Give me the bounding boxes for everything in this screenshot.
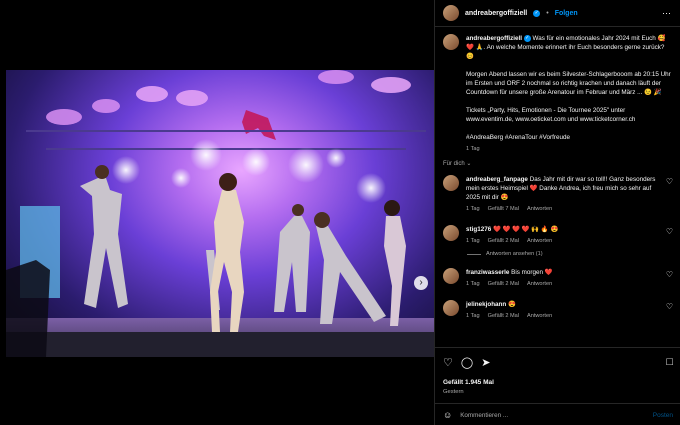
heart-icon[interactable]: ♡ — [443, 356, 453, 369]
verified-icon: ✓ — [533, 9, 541, 17]
concert-stage-image — [6, 70, 434, 357]
comment-reply-button[interactable]: Antworten — [527, 280, 552, 289]
heart-icon[interactable]: ♡ — [666, 227, 673, 236]
caption-time: 1 Tag — [466, 146, 480, 152]
separator-dot: • — [546, 9, 549, 17]
comment-text: ❤️ ❤️ ❤️ ❤️ 🙌 🔥 😍 — [492, 226, 559, 233]
comment-time: 1 Tag — [466, 206, 480, 212]
comment-input[interactable] — [460, 411, 645, 419]
for-you-dropdown[interactable]: Für dich ⌄ — [443, 160, 673, 167]
comment-text: Bis morgen ❤️ — [511, 269, 553, 276]
comment-time: 1 Tag — [466, 313, 480, 319]
comment-username[interactable]: franziwasserle — [466, 269, 509, 276]
comment-username[interactable]: andreaberg_fanpage — [466, 176, 528, 183]
caption-text-3: Tickets „Party, Hits, Emotionen - Die To… — [466, 107, 636, 123]
view-replies-label: Antworten ansehen (1) — [486, 251, 543, 257]
follow-button[interactable]: Folgen — [555, 10, 578, 17]
comment-reply-button[interactable]: Antworten — [527, 237, 552, 246]
caption-hashtags[interactable]: #AndreaBerg #ArenaTour #Vorfreude — [466, 133, 673, 142]
post-comment-button[interactable]: Posten — [653, 412, 673, 419]
comment-likes[interactable]: Gefällt 2 Mal — [488, 280, 519, 289]
more-horizontal-icon[interactable]: ⋯ — [662, 8, 672, 19]
comment-username[interactable]: stig1276 — [466, 226, 491, 233]
emoji-icon[interactable]: ☺ — [443, 410, 452, 420]
likes-count[interactable]: Gefällt 1.945 Mal — [443, 379, 673, 386]
comment-item: andreaberg_fanpage Das Jahr mit dir war … — [443, 175, 673, 214]
heart-icon[interactable]: ♡ — [666, 270, 673, 279]
comment-likes[interactable]: Gefällt 2 Mal — [488, 312, 519, 321]
caption-username[interactable]: andreabergoffiziell — [466, 35, 522, 42]
heart-icon[interactable]: ♡ — [666, 177, 673, 186]
comment-likes[interactable]: Gefällt 2 Mal — [488, 237, 519, 246]
comment-item: franziwasserle Bis morgen ❤️ 1 Tag Gefäl… — [443, 268, 673, 289]
post-caption: andreabergoffiziell ✓ Was für ein emotio… — [443, 34, 673, 154]
caption-avatar[interactable] — [443, 34, 459, 50]
comment-text: 😍 — [508, 301, 516, 308]
divider-line — [467, 253, 481, 255]
post-date: Gestern — [443, 389, 464, 395]
for-you-label: Für dich — [443, 161, 465, 167]
comment-reply-button[interactable]: Antworten — [527, 312, 552, 321]
comment-time: 1 Tag — [466, 281, 480, 287]
author-avatar[interactable] — [443, 5, 459, 21]
comment-avatar[interactable] — [443, 268, 459, 284]
comment-icon[interactable]: ◯ — [461, 356, 473, 369]
comment-avatar[interactable] — [443, 225, 459, 241]
comments-list[interactable]: andreabergoffiziell ✓ Was für ein emotio… — [435, 28, 680, 346]
view-replies-button[interactable]: Antworten ansehen (1) — [467, 251, 673, 257]
comment-username[interactable]: jelinekjohann — [466, 301, 506, 308]
post-header: andreabergoffiziell ✓ • Folgen ⋯ — [435, 0, 680, 27]
comment-avatar[interactable] — [443, 300, 459, 316]
comment-likes[interactable]: Gefällt 7 Mal — [488, 205, 519, 214]
post-actions: ♡ ◯ ➤ □ Gefällt 1.945 Mal Gestern ☺ Post… — [435, 347, 680, 425]
post-photo[interactable]: › — [6, 70, 434, 357]
author-username[interactable]: andreabergoffiziell — [465, 10, 527, 17]
heart-icon[interactable]: ♡ — [666, 302, 673, 311]
add-comment-bar: ☺ Posten — [435, 403, 680, 425]
comment-avatar[interactable] — [443, 175, 459, 191]
comment-item: stig1276 ❤️ ❤️ ❤️ ❤️ 🙌 🔥 😍 1 Tag Gefällt… — [443, 225, 673, 246]
comment-item: jelinekjohann 😍 1 Tag Gefällt 2 Mal Antw… — [443, 300, 673, 321]
caption-text-2: Morgen Abend lassen wir es beim Silveste… — [466, 71, 671, 96]
next-image-button[interactable]: › — [414, 276, 428, 290]
media-pane: › — [0, 0, 434, 425]
comment-time: 1 Tag — [466, 238, 480, 244]
post-sidebar: andreabergoffiziell ✓ • Folgen ⋯ andreab… — [434, 0, 680, 425]
bookmark-icon[interactable]: □ — [666, 356, 673, 369]
send-icon[interactable]: ➤ — [481, 356, 490, 369]
verified-icon: ✓ — [523, 34, 531, 42]
comment-reply-button[interactable]: Antworten — [527, 205, 552, 214]
chevron-down-icon: ⌄ — [466, 161, 472, 167]
